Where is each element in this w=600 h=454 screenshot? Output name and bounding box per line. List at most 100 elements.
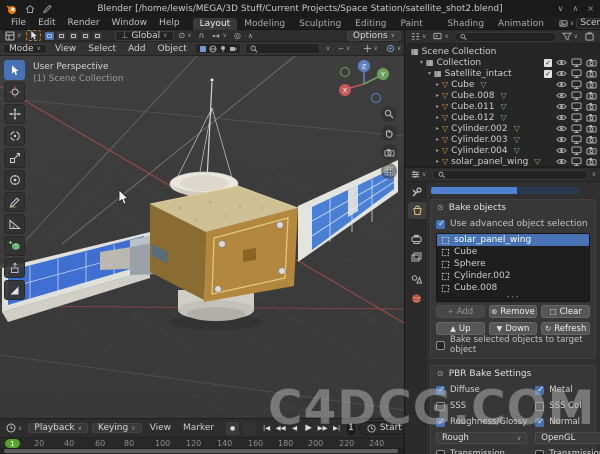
remove-button[interactable]: ⊗ Remove: [488, 305, 538, 318]
eye-icon[interactable]: [556, 58, 567, 67]
select-mode-extend[interactable]: [56, 30, 68, 41]
expander-icon[interactable]: ▸: [433, 81, 442, 88]
snap-toggle[interactable]: ∩: [197, 31, 207, 40]
checkbox[interactable]: [535, 449, 545, 454]
viewport-disable-icon[interactable]: [571, 91, 582, 100]
outliner-display-mode-dropdown[interactable]: ∨: [409, 32, 428, 41]
outliner-filter-button[interactable]: ∨: [560, 32, 580, 41]
minimize-button[interactable]: ∨: [558, 4, 564, 13]
extrude-tool[interactable]: [4, 258, 25, 278]
view-layer-tab[interactable]: [407, 248, 426, 265]
outliner-row-cylinder-002[interactable]: ▸ ▽ Cylinder.002 ▽: [405, 123, 600, 134]
filter-camera-icon[interactable]: [229, 45, 237, 53]
tab-animation[interactable]: Animation: [491, 18, 551, 30]
checkbox[interactable]: [436, 385, 445, 395]
active-tool-button[interactable]: [26, 30, 42, 41]
outliner-row-cube-012[interactable]: ▸ ▽ Cube.012 ▽: [405, 112, 600, 123]
outliner-label[interactable]: Scene Collection: [422, 47, 497, 57]
outliner-label[interactable]: Cylinder.003: [451, 135, 507, 145]
pbr-check-roughness[interactable]: Roughness/Glossy: [436, 415, 527, 429]
render-disable-icon[interactable]: [586, 124, 597, 133]
viewport-search-input[interactable]: [260, 44, 315, 53]
outliner-row-scene-collection[interactable]: ▦ Scene Collection: [405, 46, 600, 57]
prev-keyframe-button[interactable]: ◀◀: [274, 422, 287, 435]
select-box-tool[interactable]: [4, 60, 25, 80]
checkbox[interactable]: [436, 449, 445, 454]
pivot-point-dropdown[interactable]: ⊙ ∨: [177, 31, 194, 40]
current-frame-badge[interactable]: 1: [5, 439, 20, 448]
properties-tab-active[interactable]: [408, 202, 426, 219]
render-disable-icon[interactable]: [586, 113, 597, 122]
add-button[interactable]: + Add: [436, 305, 485, 318]
scene-icon[interactable]: [559, 19, 568, 28]
eye-icon[interactable]: [556, 102, 567, 111]
world-tab[interactable]: [407, 290, 426, 307]
eye-icon[interactable]: [556, 91, 567, 100]
scene-browse-chevron[interactable]: ∨: [570, 20, 574, 27]
outliner-row-solar-panel-wing[interactable]: ▸ ▽ solar_panel_wing ▽: [405, 156, 600, 166]
add-cube-t tool[interactable]: [4, 236, 25, 256]
menu-select[interactable]: Select: [84, 44, 120, 54]
overlays-dropdown[interactable]: ∨: [384, 44, 403, 53]
tool-tab[interactable]: [407, 184, 426, 201]
timeline-editor-button[interactable]: ∨: [4, 423, 24, 433]
current-frame-field[interactable]: 1: [347, 421, 355, 435]
menu-edit[interactable]: Edit: [33, 18, 60, 28]
eye-icon[interactable]: [556, 124, 567, 133]
expander-icon[interactable]: ▸: [433, 147, 442, 154]
menu-object[interactable]: Object: [154, 44, 191, 54]
play-reverse-button[interactable]: ◀: [288, 422, 301, 435]
outliner-label[interactable]: Satellite_intact: [445, 69, 512, 79]
render-disable-icon[interactable]: [586, 146, 597, 155]
camera-view-icon[interactable]: [381, 144, 397, 160]
viewport-disable-icon[interactable]: [571, 124, 582, 133]
checkbox[interactable]: [535, 417, 545, 427]
home-icon[interactable]: [25, 4, 35, 14]
scrollbar-thumb[interactable]: [4, 449, 398, 453]
eye-icon[interactable]: [556, 80, 567, 89]
render-disable-icon[interactable]: [586, 102, 597, 111]
expander-icon[interactable]: ▸: [433, 125, 442, 132]
playback-dropdown[interactable]: Playback ∨: [28, 423, 88, 433]
filter-light-icon[interactable]: [219, 45, 227, 53]
output-tab[interactable]: [407, 230, 426, 247]
list-resize-grip[interactable]: •••: [437, 294, 589, 301]
zoom-icon[interactable]: [381, 106, 397, 122]
outliner-row-satellite-intact[interactable]: ▾ ▦ Satellite_intact ✓: [405, 68, 600, 79]
outliner-row-collection[interactable]: ▾ ▦ Collection ✓: [405, 57, 600, 68]
collection-checkbox[interactable]: ✓: [544, 58, 552, 67]
keying-dropdown[interactable]: Keying ∨: [91, 423, 142, 433]
outliner-label[interactable]: Collection: [437, 58, 482, 68]
outliner-label[interactable]: Cube: [451, 80, 474, 90]
scene-name-field[interactable]: Scene ×: [576, 17, 600, 29]
sync-button[interactable]: [243, 421, 257, 435]
pbr-check-normal[interactable]: Normal: [535, 415, 600, 429]
viewport-disable-icon[interactable]: [571, 113, 582, 122]
advanced-selection-checkbox[interactable]: [436, 219, 445, 229]
viewport-disable-icon[interactable]: [571, 135, 582, 144]
mode-dropdown[interactable]: Mode ∨: [3, 43, 47, 54]
pbr-panel-header[interactable]: ⊙ PBR Bake Settings: [431, 366, 595, 381]
viewport-disable-icon[interactable]: [571, 69, 582, 78]
viewport-disable-icon[interactable]: [571, 58, 582, 67]
maximize-button[interactable]: ∧: [572, 4, 578, 13]
render-disable-icon[interactable]: [586, 91, 597, 100]
gizmos-dropdown[interactable]: ∨: [361, 44, 380, 53]
timeline-menu-marker[interactable]: Marker: [179, 423, 218, 433]
ortho-grid-icon[interactable]: [381, 163, 397, 179]
measure-tool[interactable]: [4, 214, 25, 234]
outliner-label[interactable]: Cube.011: [451, 102, 494, 112]
properties-editor-button[interactable]: ∨: [409, 170, 428, 179]
outliner-row-cylinder-004[interactable]: ▸ ▽ Cylinder.004 ▽: [405, 145, 600, 156]
gizmo-minus-y-axis[interactable]: [340, 67, 350, 77]
list-item[interactable]: Cylinder.002: [437, 270, 589, 282]
normal-space-dropdown[interactable]: OpenGL∨: [535, 432, 600, 444]
pbr-check-sss[interactable]: SSS: [436, 399, 527, 413]
properties-options-chevron[interactable]: ∨: [592, 171, 596, 178]
tab-layout[interactable]: Layout: [192, 17, 238, 30]
outliner-row-cylinder-003[interactable]: ▸ ▽ Cylinder.003 ▽: [405, 134, 600, 145]
down-button[interactable]: ▼ Down: [488, 322, 538, 335]
refresh-button[interactable]: ↻ Refresh: [541, 322, 590, 335]
viewport-disable-icon[interactable]: [571, 157, 582, 166]
pbr-check-transmission-rough[interactable]: Transmission Rough: [535, 447, 600, 454]
